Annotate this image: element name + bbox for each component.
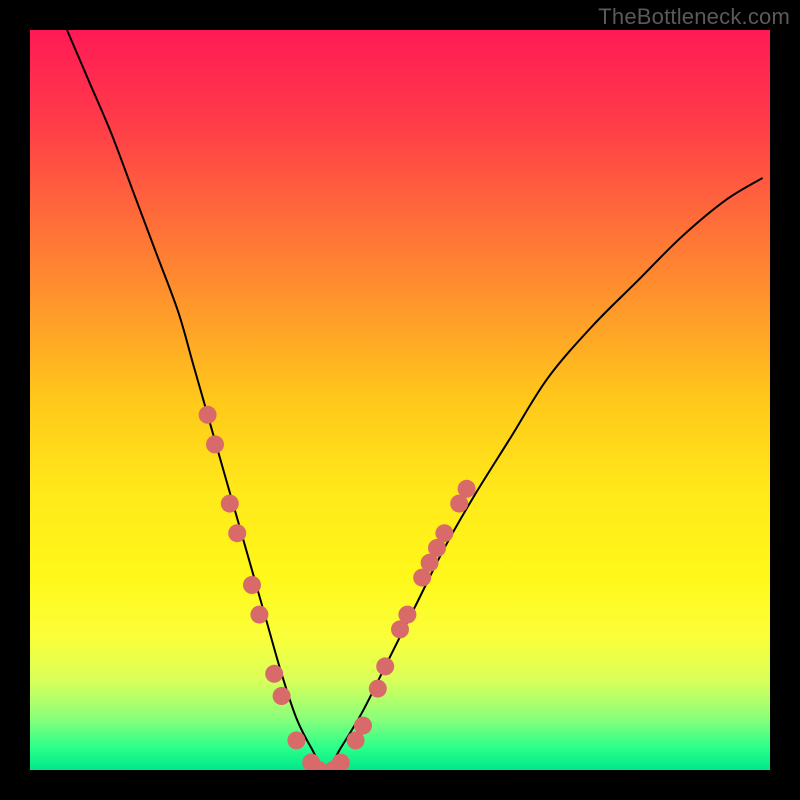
marker-dot	[332, 754, 350, 770]
marker-group	[199, 406, 476, 770]
marker-dot	[250, 606, 268, 624]
marker-dot	[243, 576, 261, 594]
marker-dot	[273, 687, 291, 705]
marker-dot	[369, 680, 387, 698]
marker-dot	[228, 524, 246, 542]
marker-dot	[199, 406, 217, 424]
marker-dot	[206, 435, 224, 453]
marker-dot	[376, 657, 394, 675]
chart-svg	[30, 30, 770, 770]
marker-dot	[265, 665, 283, 683]
plot-area	[30, 30, 770, 770]
watermark-text: TheBottleneck.com	[598, 4, 790, 30]
chart-stage: TheBottleneck.com	[0, 0, 800, 800]
marker-dot	[287, 731, 305, 749]
marker-dot	[435, 524, 453, 542]
curve-line	[67, 30, 763, 770]
marker-dot	[354, 717, 372, 735]
marker-dot	[398, 606, 416, 624]
marker-dot	[221, 495, 239, 513]
marker-dot	[458, 480, 476, 498]
